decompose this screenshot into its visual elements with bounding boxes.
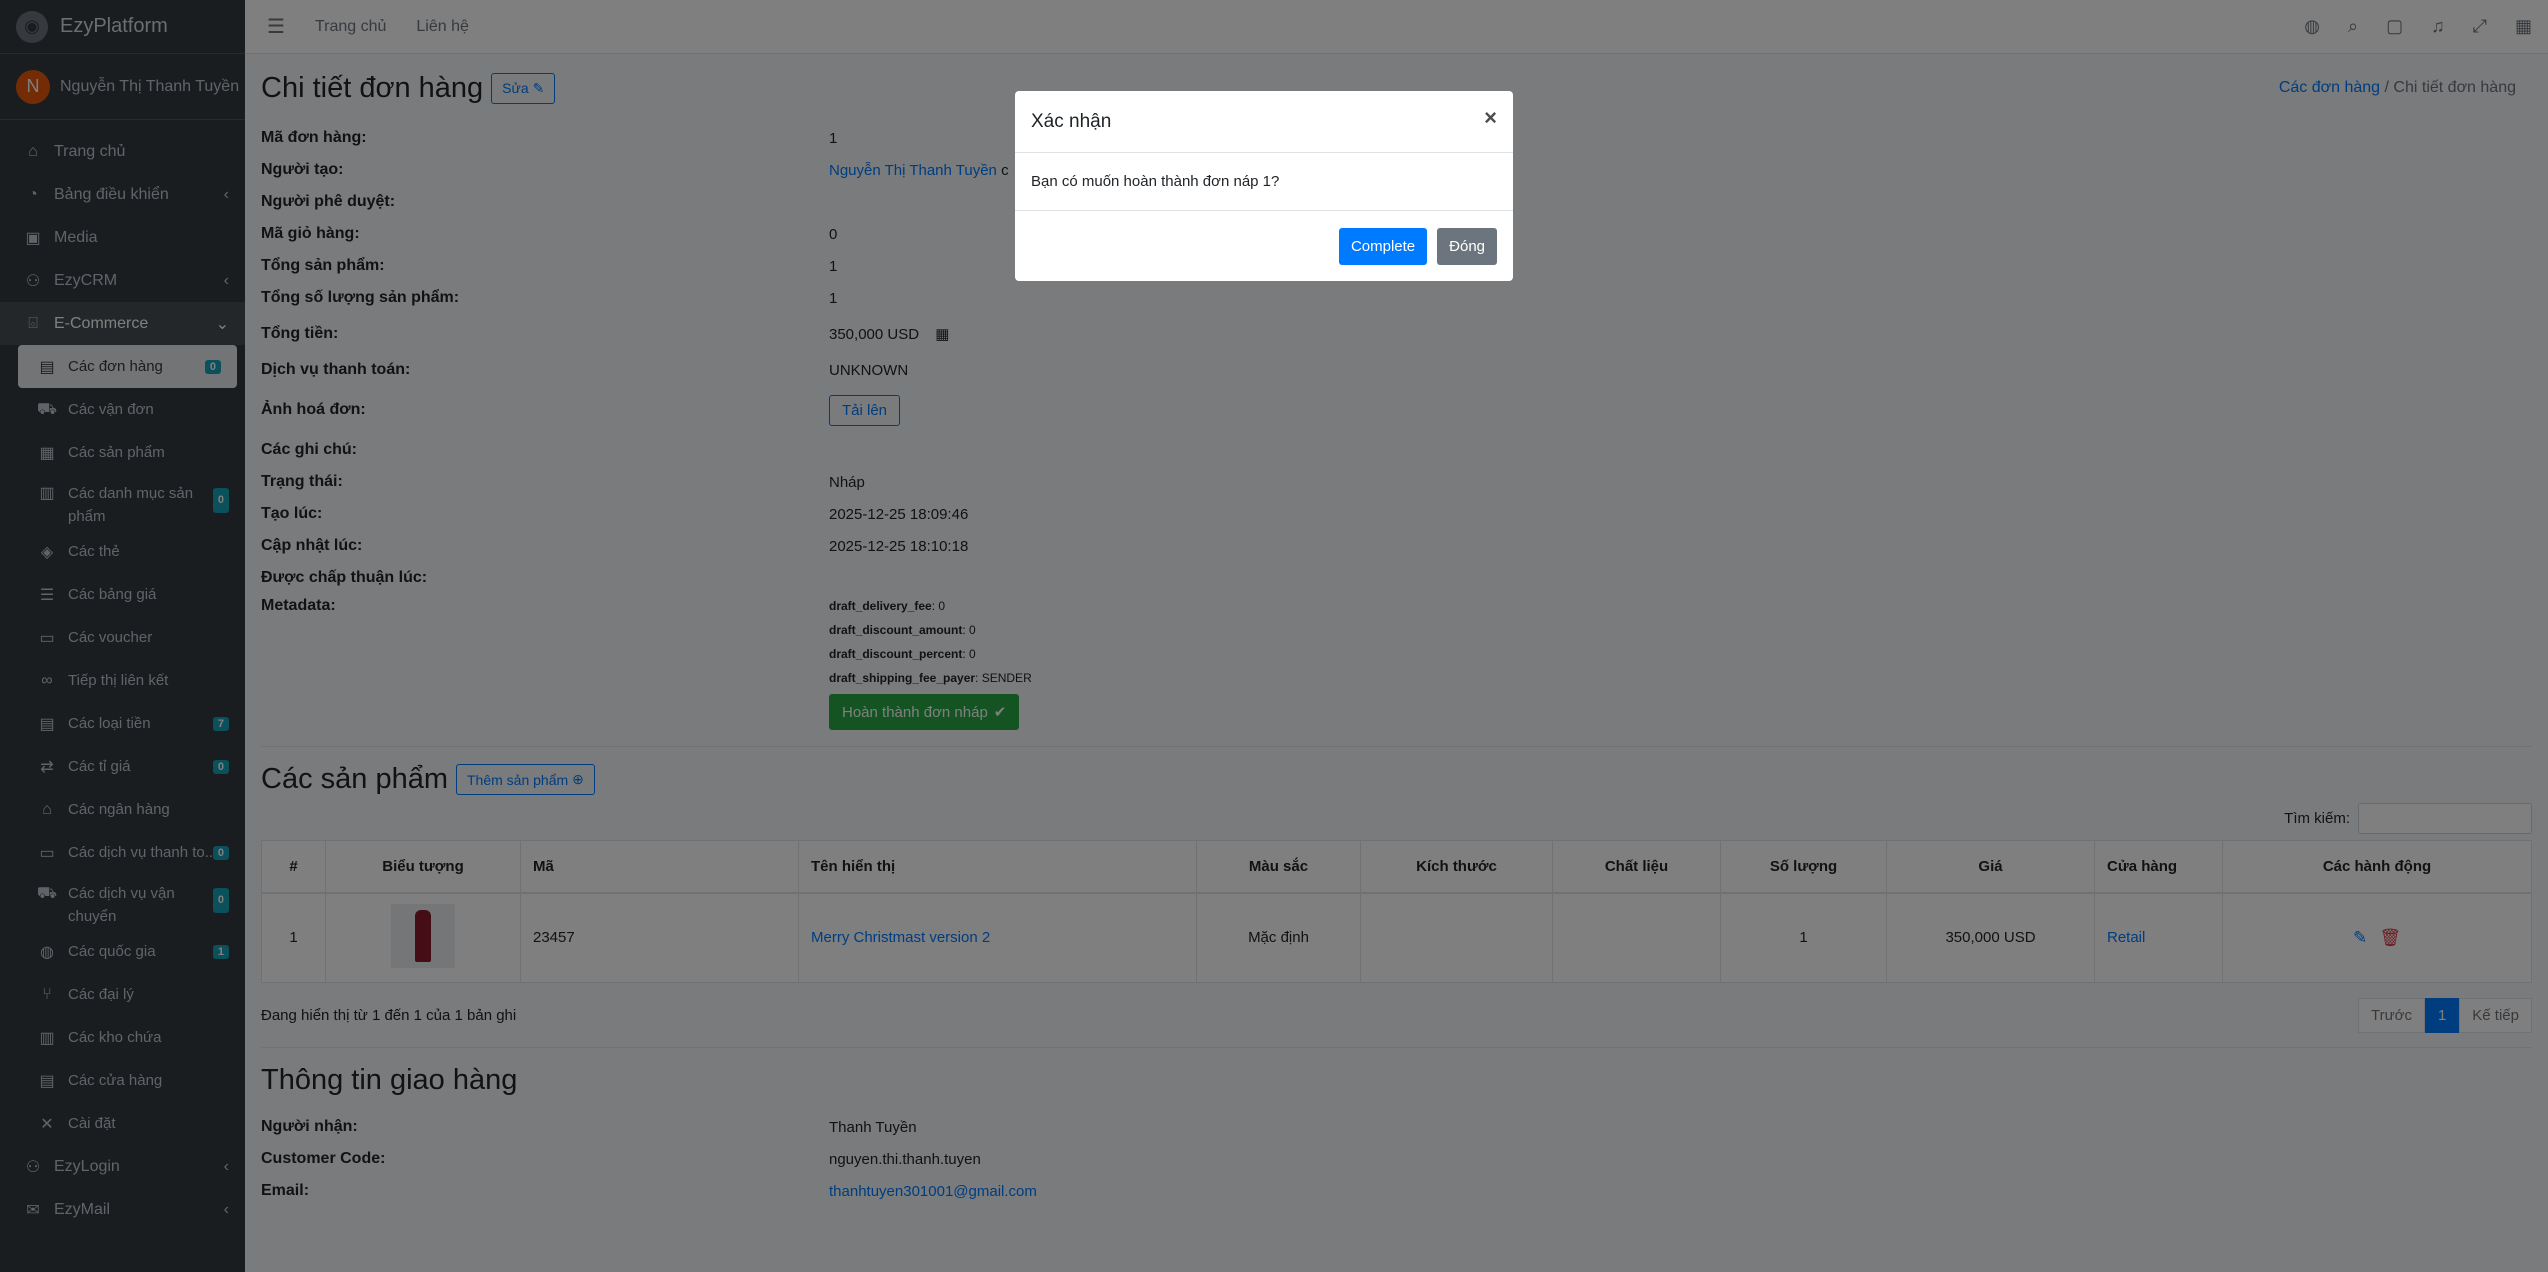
modal-footer: Complete Đóng: [1015, 211, 1513, 281]
complete-button[interactable]: Complete: [1338, 227, 1428, 265]
modal-title: Xác nhận: [1031, 110, 1112, 132]
close-icon[interactable]: ×: [1484, 105, 1497, 131]
modal-body: Bạn có muốn hoàn thành đơn náp 1?: [1015, 153, 1513, 211]
modal-header: Xác nhận ×: [1015, 91, 1513, 153]
modal-message: Bạn có muốn hoàn thành đơn náp 1?: [1031, 173, 1280, 190]
confirm-dialog: Xác nhận × Bạn có muốn hoàn thành đơn ná…: [1015, 91, 1513, 281]
close-button[interactable]: Đóng: [1437, 227, 1497, 265]
